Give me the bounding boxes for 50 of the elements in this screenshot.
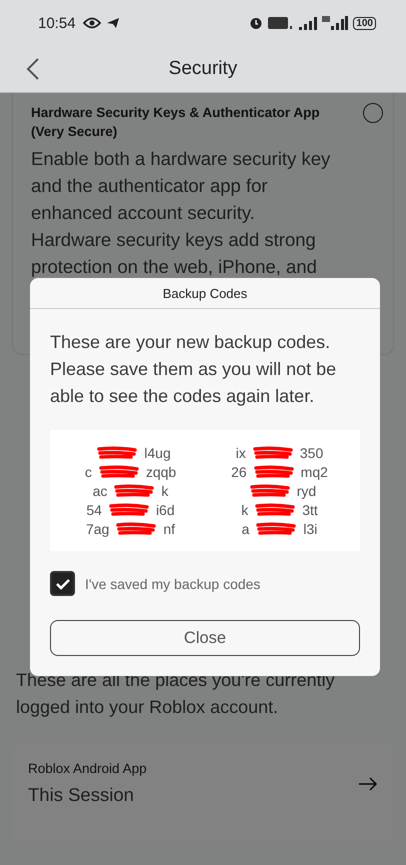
redaction-mark <box>112 482 156 498</box>
code-text: a <box>242 520 250 536</box>
code-text: 54 <box>86 502 102 518</box>
code-text: 7ag <box>86 520 110 536</box>
code-text: k <box>241 502 248 518</box>
option-title: Hardware Security Keys & Authenticator App (Very Secure) <box>31 104 321 141</box>
arrow-right-icon <box>358 776 378 790</box>
redaction-mark <box>253 502 298 518</box>
redaction-mark <box>250 444 295 460</box>
checkmark-icon <box>54 578 70 590</box>
redaction-mark <box>114 520 158 536</box>
eye-icon <box>82 17 101 29</box>
signal-icon <box>299 16 318 30</box>
code-text: k <box>161 482 168 498</box>
code-text: l3i <box>303 520 318 536</box>
redaction-mark <box>248 482 292 498</box>
dialog-title: Backup Codes <box>30 278 380 309</box>
close-button[interactable]: Close <box>50 620 360 656</box>
code-text: 350 <box>300 444 324 460</box>
redaction-mark <box>254 520 298 536</box>
code-text: nf <box>163 520 176 536</box>
checkbox-label: I've saved my backup codes <box>85 576 260 592</box>
dialog-message: These are your new backup codes. Please save them as you will not be able to see the codes again later. <box>50 331 338 408</box>
code-text: zqqb <box>146 464 176 480</box>
option-description: Enable both a hardware security key and the authenticator app for enhanced account security. Hardware security keys add strong protection on the web, iPhone, and <box>31 147 332 279</box>
redaction-mark <box>252 464 296 480</box>
code-text: c <box>84 464 92 480</box>
code-text: ix <box>236 444 246 460</box>
redaction-mark <box>95 444 140 460</box>
page-title: Security <box>168 58 238 80</box>
clock-time: 10:54 <box>38 14 76 32</box>
code-text: i6d <box>156 502 175 518</box>
code-text: ac <box>92 482 108 498</box>
code-text: ryd <box>296 482 316 498</box>
session-app: Roblox Android App <box>28 761 147 776</box>
code-text: l4ug <box>144 444 171 460</box>
volte-icon <box>268 17 294 29</box>
battery-icon: 100 <box>353 16 376 30</box>
code-text: 26 <box>231 464 247 480</box>
code-text: mq2 <box>300 464 328 480</box>
redaction-mark <box>96 464 141 480</box>
session-label: This Session <box>28 784 135 806</box>
code-text: 3tt <box>302 502 318 518</box>
redaction-mark <box>106 502 151 518</box>
radio-button[interactable] <box>363 103 383 123</box>
alarm-icon <box>249 16 264 30</box>
send-icon <box>106 17 120 29</box>
signal-icon <box>322 16 348 30</box>
checkbox[interactable] <box>50 571 75 596</box>
back-icon[interactable] <box>26 58 40 80</box>
